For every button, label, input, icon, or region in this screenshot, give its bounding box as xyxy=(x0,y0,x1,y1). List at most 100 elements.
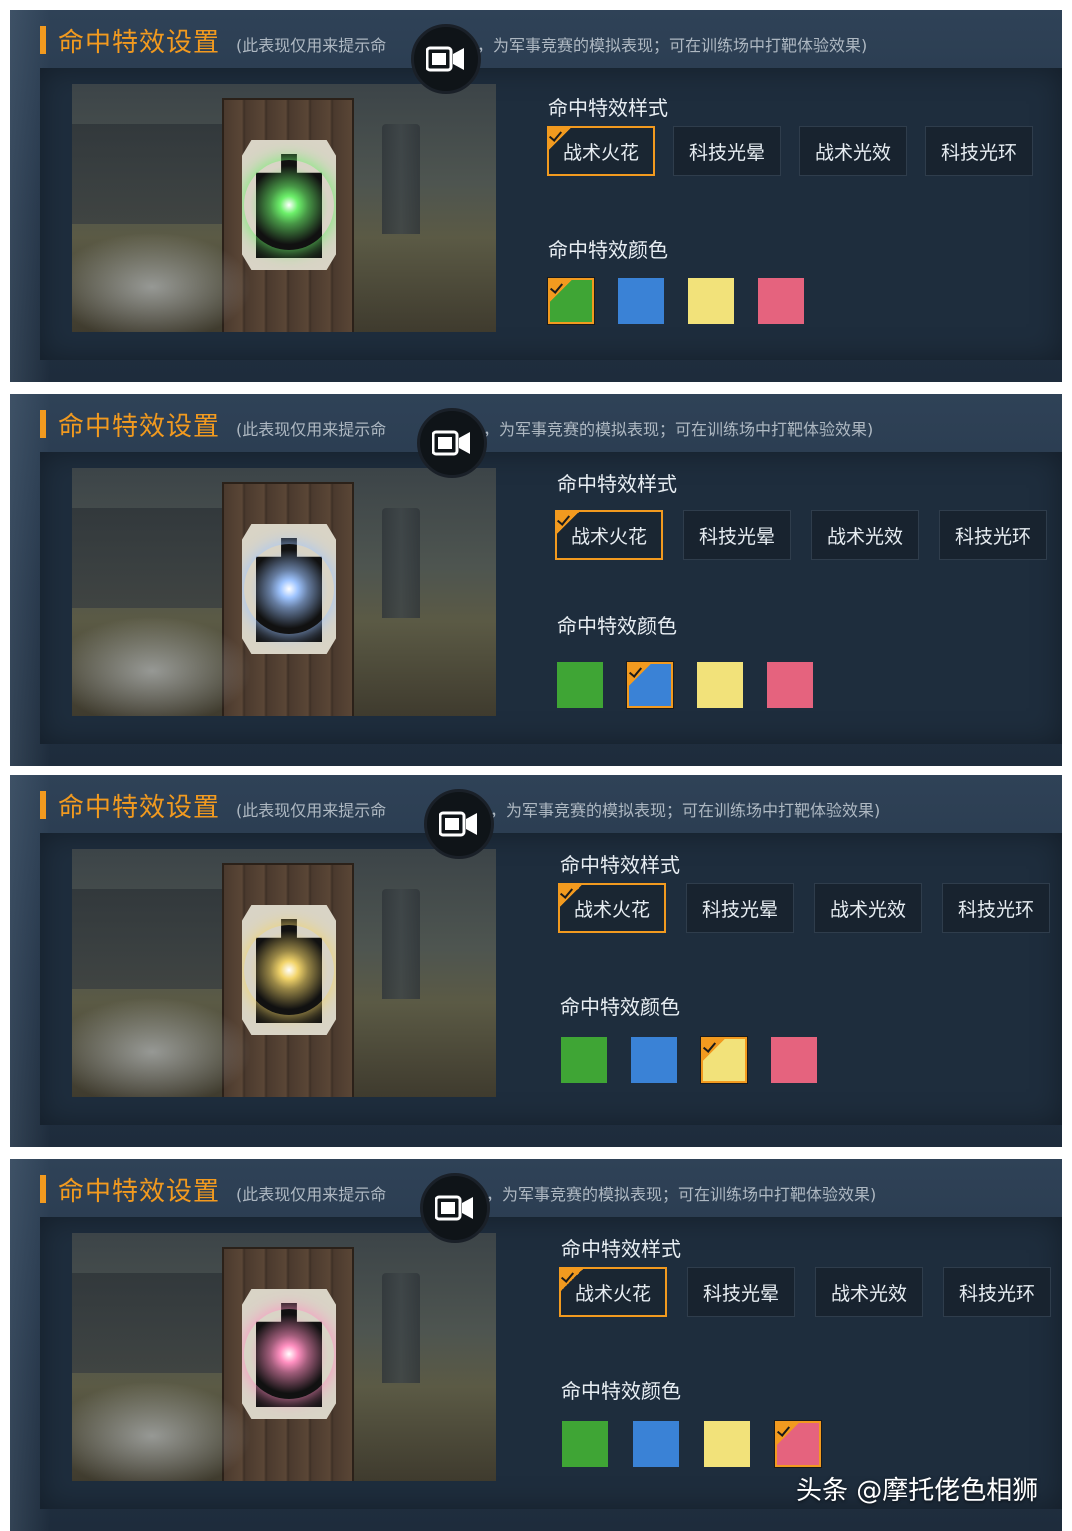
hit-spark-effect xyxy=(244,160,334,250)
style-option-label: 战术光效 xyxy=(830,1282,907,1305)
panel-subtitle-left: (此表现仅用来提示命 xyxy=(236,801,387,820)
style-option-label: 科技光晕 xyxy=(702,1282,779,1305)
checkmark-icon xyxy=(550,280,572,302)
panel-title: 命中特效设置 xyxy=(58,412,221,442)
panel-subtitle-right: ，为军事竞赛的模拟表现；可在训练场中打靶体验效果) xyxy=(483,420,874,439)
settings-panel-1: 命中特效设置 (此表现仅用来提示命 ，为军事竞赛的模拟表现；可在训练场中打靶体验效果… xyxy=(10,10,1062,382)
video-camera-icon xyxy=(432,430,470,456)
style-option-label: 战术火花 xyxy=(570,525,647,548)
hit-spark-effect xyxy=(244,544,334,634)
style-option-4[interactable]: 科技光环 xyxy=(939,510,1047,560)
target-paper xyxy=(242,1289,336,1419)
fog-overlay xyxy=(72,232,252,332)
background-building xyxy=(72,889,222,989)
style-option-1[interactable]: 战术火花 xyxy=(559,1267,667,1317)
checkmark-icon xyxy=(560,885,582,907)
style-option-3[interactable]: 战术光效 xyxy=(815,1267,923,1317)
background-building xyxy=(72,124,222,224)
style-option-label: 科技光环 xyxy=(957,898,1034,921)
video-preview-button[interactable] xyxy=(417,408,487,478)
style-option-4[interactable]: 科技光环 xyxy=(943,1267,1051,1317)
hit-effect-preview-image xyxy=(72,84,496,332)
style-option-label: 战术光效 xyxy=(829,898,906,921)
color-swatch-1[interactable] xyxy=(557,662,603,708)
color-swatch-3[interactable] xyxy=(700,1036,748,1084)
checkmark-icon xyxy=(561,1269,583,1291)
color-swatch-2[interactable] xyxy=(626,661,674,709)
style-option-1[interactable]: 战术火花 xyxy=(547,126,655,176)
color-swatch-4[interactable] xyxy=(774,1420,822,1468)
video-preview-button[interactable] xyxy=(411,24,481,94)
watermark: 头条 @摩托佬色相狮 xyxy=(796,1476,1039,1506)
background-tower xyxy=(382,508,420,618)
color-swatch-1[interactable] xyxy=(562,1421,608,1467)
color-swatch-2[interactable] xyxy=(633,1421,679,1467)
video-camera-icon xyxy=(426,46,464,72)
style-option-3[interactable]: 战术光效 xyxy=(811,510,919,560)
video-preview-button[interactable] xyxy=(420,1173,490,1243)
color-swatch-3[interactable] xyxy=(704,1421,750,1467)
style-option-label: 战术火花 xyxy=(573,898,650,921)
color-swatch-3[interactable] xyxy=(688,278,734,324)
style-option-4[interactable]: 科技光环 xyxy=(942,883,1050,933)
effect-style-label: 命中特效样式 xyxy=(560,853,680,877)
title-accent-bar xyxy=(40,26,46,54)
style-option-label: 战术火花 xyxy=(574,1282,651,1305)
effect-style-label: 命中特效样式 xyxy=(561,1237,681,1261)
effect-color-label: 命中特效颜色 xyxy=(548,238,668,262)
color-swatch-2[interactable] xyxy=(631,1037,677,1083)
style-option-1[interactable]: 战术火花 xyxy=(555,510,663,560)
panel-subtitle-right: ，为军事竞赛的模拟表现；可在训练场中打靶体验效果) xyxy=(490,801,881,820)
effect-style-label: 命中特效样式 xyxy=(557,472,677,496)
color-swatch-4[interactable] xyxy=(767,662,813,708)
background-building xyxy=(72,508,222,608)
hit-spark-effect xyxy=(244,925,334,1015)
color-swatch-4[interactable] xyxy=(758,278,804,324)
style-option-label: 战术火花 xyxy=(562,141,639,164)
style-option-label: 科技光环 xyxy=(940,141,1017,164)
target-paper xyxy=(242,140,336,270)
background-tower xyxy=(382,1273,420,1383)
style-option-1[interactable]: 战术火花 xyxy=(558,883,666,933)
panel-title: 命中特效设置 xyxy=(58,1177,221,1207)
panel-title: 命中特效设置 xyxy=(58,793,221,823)
style-option-2[interactable]: 科技光晕 xyxy=(673,126,781,176)
effect-color-label: 命中特效颜色 xyxy=(557,614,677,638)
target-paper xyxy=(242,524,336,654)
style-option-2[interactable]: 科技光晕 xyxy=(687,1267,795,1317)
video-preview-button[interactable] xyxy=(424,789,494,859)
effect-color-label: 命中特效颜色 xyxy=(560,995,680,1019)
panel-subtitle-left: (此表现仅用来提示命 xyxy=(236,1185,387,1204)
color-swatch-4[interactable] xyxy=(771,1037,817,1083)
effect-color-label: 命中特效颜色 xyxy=(561,1379,681,1403)
style-option-label: 科技光晕 xyxy=(688,141,765,164)
style-option-2[interactable]: 科技光晕 xyxy=(683,510,791,560)
checkmark-icon xyxy=(777,1423,799,1445)
color-swatch-1[interactable] xyxy=(547,277,595,325)
hit-effect-preview-image xyxy=(72,849,496,1097)
color-swatch-1[interactable] xyxy=(561,1037,607,1083)
panel-title: 命中特效设置 xyxy=(58,28,221,58)
panel-subtitle-right: ，为军事竞赛的模拟表现；可在训练场中打靶体验效果) xyxy=(486,1185,877,1204)
hit-spark-effect xyxy=(244,1309,334,1399)
style-option-3[interactable]: 战术光效 xyxy=(814,883,922,933)
title-accent-bar xyxy=(40,410,46,438)
panel-subtitle-left: (此表现仅用来提示命 xyxy=(236,420,387,439)
color-swatch-2[interactable] xyxy=(618,278,664,324)
effect-style-label: 命中特效样式 xyxy=(548,96,668,120)
color-swatch-3[interactable] xyxy=(697,662,743,708)
fog-overlay xyxy=(72,997,252,1097)
settings-panel-2: 命中特效设置 (此表现仅用来提示命 ，为军事竞赛的模拟表现；可在训练场中打靶体验效果… xyxy=(10,394,1062,766)
style-option-label: 战术光效 xyxy=(826,525,903,548)
background-building xyxy=(72,1273,222,1373)
checkmark-icon xyxy=(629,664,651,686)
fog-overlay xyxy=(72,616,252,716)
title-accent-bar xyxy=(40,1175,46,1203)
checkmark-icon xyxy=(549,128,571,150)
video-camera-icon xyxy=(439,811,477,837)
fog-overlay xyxy=(72,1381,252,1481)
style-option-4[interactable]: 科技光环 xyxy=(925,126,1033,176)
style-option-3[interactable]: 战术光效 xyxy=(799,126,907,176)
style-option-2[interactable]: 科技光晕 xyxy=(686,883,794,933)
background-tower xyxy=(382,889,420,999)
